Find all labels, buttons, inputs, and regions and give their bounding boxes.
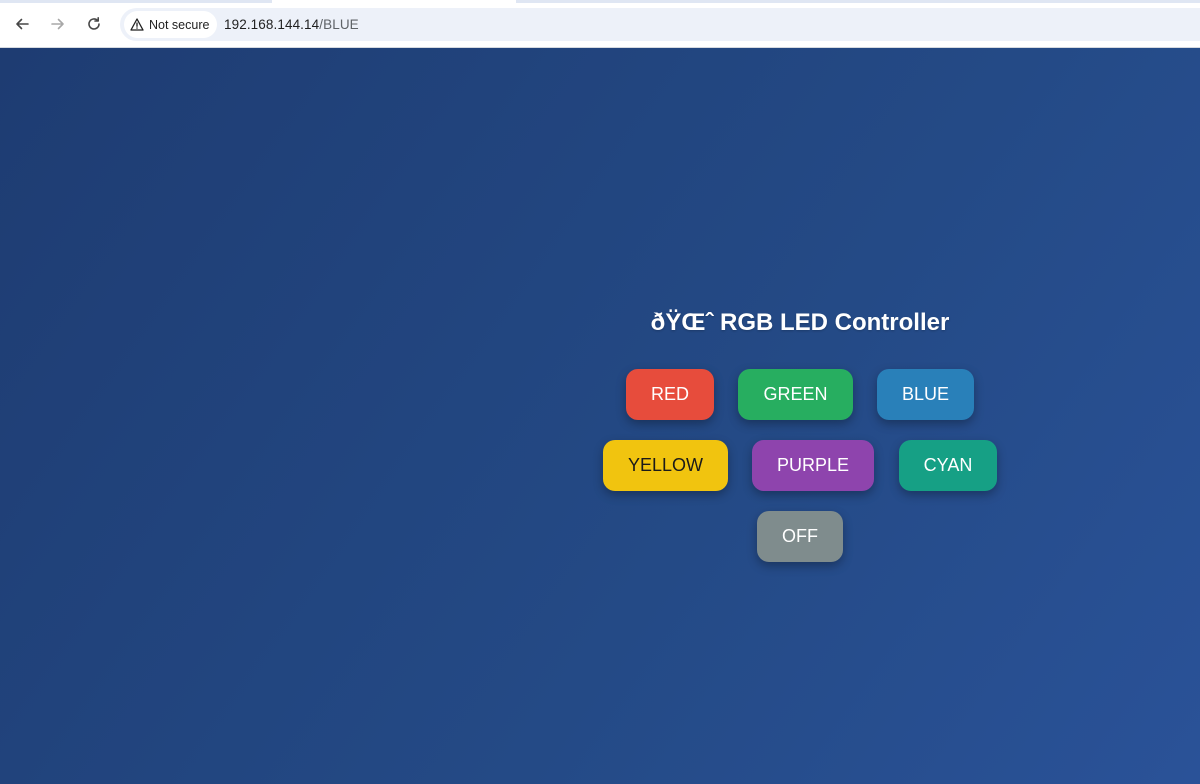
blue-button[interactable]: BLUE <box>877 369 974 420</box>
page-title: ðŸŒˆ RGB LED Controller <box>650 309 950 336</box>
browser-toolbar: Not secure 192.168.144.14/BLUE <box>0 0 1200 48</box>
security-label: Not secure <box>149 17 210 32</box>
page-body: ðŸŒˆ RGB LED Controller RED GREEN BLUE Y… <box>0 48 1200 784</box>
yellow-button[interactable]: YELLOW <box>603 440 728 491</box>
url-path: /BLUE <box>319 17 359 32</box>
url-text[interactable]: 192.168.144.14/BLUE <box>224 8 359 41</box>
red-button[interactable]: RED <box>626 369 714 420</box>
back-arrow-icon <box>16 18 29 30</box>
purple-button[interactable]: PURPLE <box>752 440 874 491</box>
reload-icon <box>88 17 100 30</box>
forward-arrow-icon <box>51 18 64 30</box>
off-button[interactable]: OFF <box>757 511 843 562</box>
cyan-button[interactable]: CYAN <box>899 440 997 491</box>
green-button[interactable]: GREEN <box>738 369 853 420</box>
tab-strip-edge <box>516 0 1200 3</box>
address-bar[interactable]: Not secure 192.168.144.14/BLUE <box>120 8 1200 41</box>
url-host: 192.168.144.14 <box>224 17 320 32</box>
forward-button[interactable] <box>46 12 70 36</box>
reload-button[interactable] <box>82 12 106 36</box>
tab-strip-edge <box>0 0 272 3</box>
security-indicator[interactable]: Not secure <box>124 11 218 38</box>
warning-icon <box>130 18 144 31</box>
back-button[interactable] <box>10 12 34 36</box>
